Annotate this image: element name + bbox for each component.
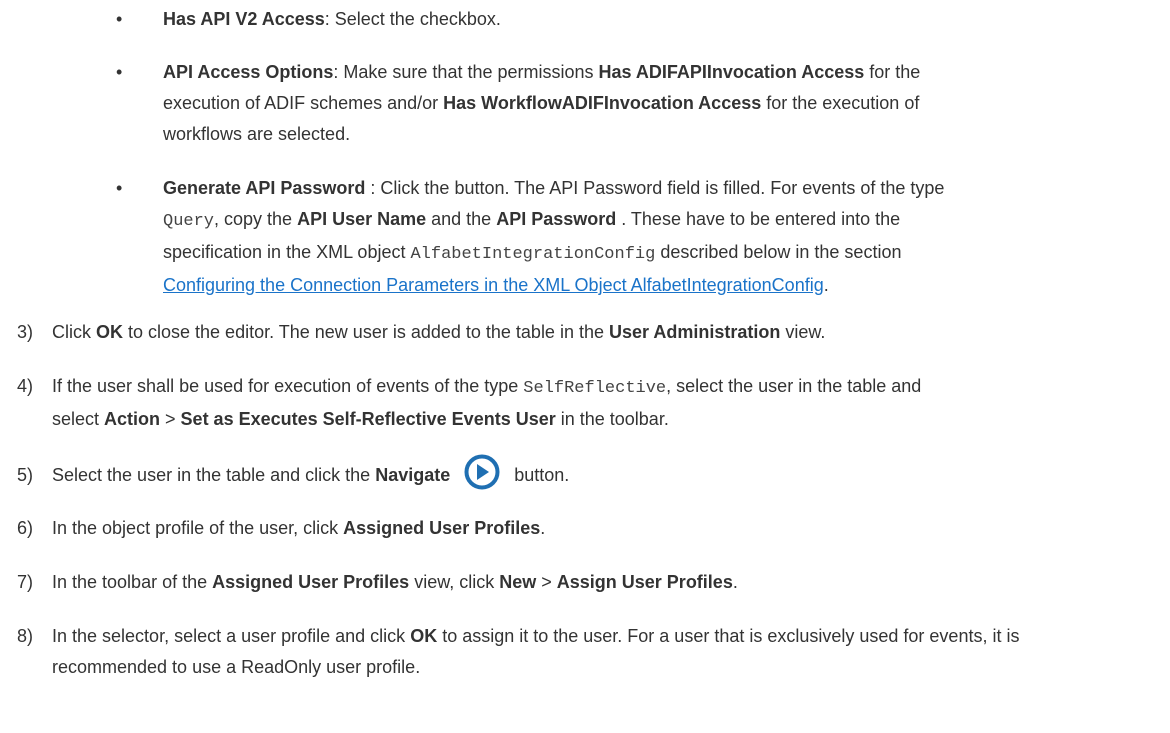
step-number: 6) [17, 518, 34, 538]
step-6: In the object profile of the user, click… [52, 518, 546, 538]
code-query: Query [163, 212, 215, 231]
bullet-api-access-options: API Access Options: Make sure that the p… [163, 62, 921, 144]
step-8: In the selector, select a user profile a… [52, 626, 1020, 677]
step-4: If the user shall be used for execution … [52, 376, 922, 429]
step-number: 5) [17, 465, 34, 485]
bullet-term: Generate API Password [163, 178, 366, 198]
bullet-marker: • [116, 178, 123, 198]
permission-workflow-adif: Has WorkflowADIFInvocation Access [443, 93, 762, 113]
navigate-arrow-icon [464, 454, 500, 490]
step-number: 8) [17, 626, 34, 646]
step-number: 4) [17, 376, 34, 396]
bullet-term: API Access Options [163, 62, 334, 82]
section-link[interactable]: Configuring the Connection Parameters in… [163, 275, 824, 295]
step-number: 7) [17, 572, 34, 592]
document-page: • Has API V2 Access: Select the checkbox… [0, 0, 1170, 733]
code-alfabet-integration-config: AlfabetIntegrationConfig [410, 245, 656, 264]
code-self-reflective: SelfReflective [523, 379, 667, 398]
step-number: 3) [17, 322, 34, 342]
step-5: Select the user in the table and click t… [52, 454, 1152, 491]
step-7: In the toolbar of the Assigned User Prof… [52, 572, 738, 592]
step-3: Click OK to close the editor. The new us… [52, 322, 826, 342]
bullet-has-api-v2-access: Has API V2 Access: Select the checkbox. [163, 9, 501, 29]
bullet-marker: • [116, 62, 123, 82]
bullet-marker: • [116, 9, 123, 29]
permission-adif: Has ADIFAPIInvocation Access [598, 62, 865, 82]
bullet-term: Has API V2 Access [163, 9, 325, 29]
bullet-generate-api-password: Generate API Password : Click the button… [163, 178, 945, 295]
